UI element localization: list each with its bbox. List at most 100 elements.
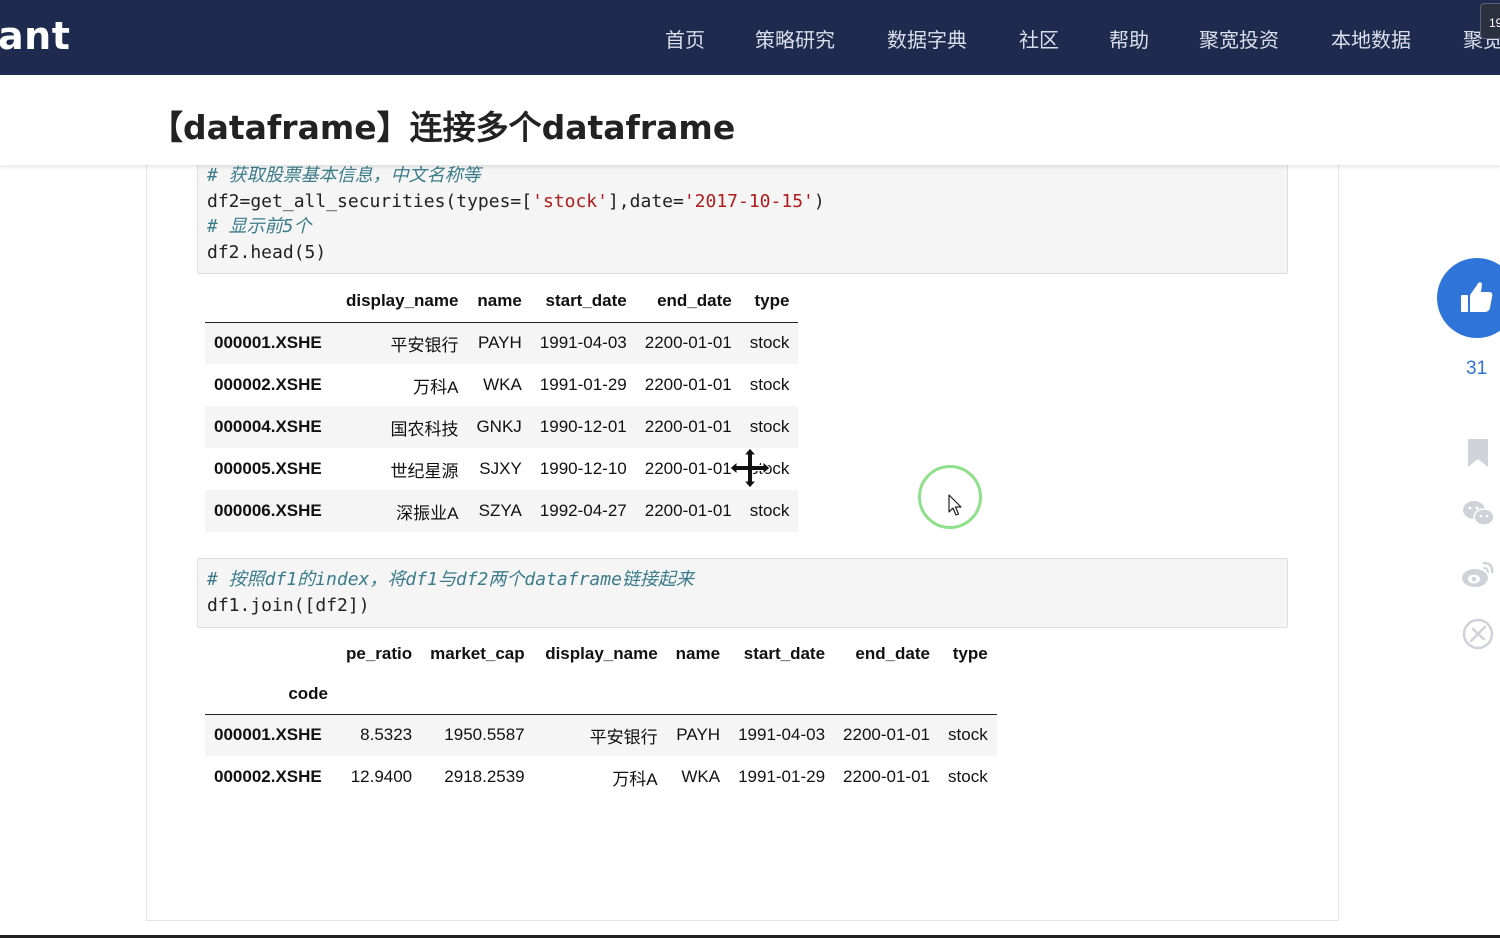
top-navbar: ant 首页 策略研究 数据字典 社区 帮助 聚宽投资 本地数据 聚宽 19 [0, 0, 1500, 75]
table-cell: 1991-01-29 [539, 375, 627, 394]
code-comment: # 获取股票基本信息，中文名称等 [207, 165, 481, 186]
corner-badge: 19 [1480, 3, 1500, 39]
table-cell: stock [749, 375, 790, 394]
nav-item-community[interactable]: 社区 [1019, 24, 1059, 53]
table-row: 000005.XSHE 世纪星源 SJXY 1990-12-10 2200-01… [205, 448, 798, 490]
nav-item-data-dictionary[interactable]: 数据字典 [887, 24, 967, 53]
table-cell: 12.9400 [350, 767, 413, 786]
row-index: 000006.XSHE [214, 501, 322, 520]
column-header: end_date [855, 644, 931, 663]
code-cell-join[interactable]: # 按照df1的index，将df1与df2两个dataframe链接起来 df1… [197, 558, 1288, 628]
table-cell: stock [749, 501, 790, 520]
table-cell: 1990-12-10 [539, 459, 627, 478]
weibo-icon[interactable] [1460, 558, 1496, 590]
table-cell: stock [749, 417, 790, 436]
table-row: 000001.XSHE 8.5323 1950.5587 平安银行 PAYH 1… [205, 714, 997, 756]
table-row: 000004.XSHE 国农科技 GNKJ 1990-12-01 2200-01… [205, 406, 799, 448]
page-title: 【dataframe】连接多个dataframe [150, 108, 736, 147]
table-cell: SJXY [479, 459, 522, 478]
table-cell: 2200-01-01 [644, 459, 732, 478]
title-bar: 【dataframe】连接多个dataframe [0, 75, 1500, 165]
table-cell: 平安银行 [390, 335, 459, 355]
code-cell-get-securities[interactable]: # 获取股票基本信息，中文名称等 df2=get_all_securities(t… [197, 160, 1288, 274]
table-cell: 世纪星源 [390, 461, 459, 481]
row-index: 000001.XSHE [214, 725, 322, 745]
table-cell: 2200-01-01 [644, 417, 732, 436]
table-cell: 2200-01-01 [843, 767, 931, 786]
table-row: 000002.XSHE 12.9400 2918.2539 万科A WKA 19… [205, 756, 997, 798]
table-cell: stock [948, 725, 988, 745]
table-cell: 2200-01-01 [644, 501, 732, 520]
code-comment: # 按照df1的index，将df1与df2两个dataframe链接起来 [207, 569, 694, 590]
column-header [205, 634, 337, 674]
nav-item-help[interactable]: 帮助 [1109, 24, 1149, 53]
table-cell: WKA [681, 767, 721, 786]
dataframe-df2-head: display_name name start_date end_date ty… [205, 280, 799, 532]
column-header: start_date [743, 644, 826, 663]
table-cell: WKA [483, 375, 522, 394]
like-button[interactable] [1437, 258, 1500, 338]
row-index: 000005.XSHE [214, 459, 322, 478]
share-icon[interactable] [1460, 617, 1496, 651]
code-text: df2=get_all_securities(types=[ [207, 190, 533, 212]
table-cell: 1991-04-03 [738, 725, 826, 745]
table-cell: PAYH [676, 725, 721, 745]
table-cell: 平安银行 [589, 727, 658, 747]
code-text: ],date= [607, 190, 684, 212]
table-cell: 万科A [612, 769, 658, 789]
nav-item-home[interactable]: 首页 [665, 24, 705, 53]
column-header: market_cap [430, 644, 525, 663]
like-count: 31 [1466, 358, 1488, 379]
thumbs-up-icon [1461, 282, 1493, 312]
wechat-icon[interactable] [1460, 497, 1496, 529]
table-cell: 1991-01-29 [738, 767, 826, 786]
code-string: '2017-10-15' [683, 190, 814, 212]
table-cell: 深振业A [396, 503, 459, 523]
table-cell: PAYH [478, 333, 522, 353]
table-cell: 8.5323 [360, 725, 413, 745]
column-header: type [952, 644, 988, 663]
table-cell: 2200-01-01 [843, 725, 931, 745]
column-header: name [477, 290, 522, 310]
table-cell: 1990-12-01 [539, 417, 627, 436]
row-index: 000002.XSHE [214, 375, 322, 394]
row-index: 000001.XSHE [214, 333, 322, 353]
column-header: end_date [657, 290, 732, 310]
mouse-pointer-icon [948, 494, 962, 516]
column-header: type [754, 290, 790, 310]
code-text: df2.head(5) [207, 241, 327, 263]
code-text: df1.join([df2]) [207, 594, 370, 616]
table-row: 000002.XSHE 万科A WKA 1991-01-29 2200-01-0… [205, 364, 798, 406]
row-index: 000002.XSHE [214, 767, 322, 786]
table-cell: 1992-04-27 [539, 501, 627, 520]
index-name-header: code [288, 683, 328, 703]
table-cell: 国农科技 [390, 419, 459, 439]
column-header: display_name [346, 290, 459, 310]
table-cell: 2918.2539 [444, 767, 525, 786]
table-cell: 2200-01-01 [644, 333, 732, 353]
code-string: 'stock' [532, 190, 608, 212]
table-cell: 1950.5587 [444, 725, 525, 745]
column-header: name [675, 644, 721, 663]
table-row: 000001.XSHE 平安银行 PAYH 1991-04-03 2200-01… [205, 322, 799, 364]
table-cell: 2200-01-01 [644, 375, 732, 394]
move-cursor-icon [729, 447, 771, 489]
bookmark-icon[interactable] [1460, 437, 1496, 469]
table-cell: stock [948, 767, 988, 786]
table-cell: SZYA [478, 501, 522, 520]
table-row: 000006.XSHE 深振业A SZYA 1992-04-27 2200-01… [205, 490, 799, 532]
nav-item-local-data[interactable]: 本地数据 [1331, 24, 1411, 53]
column-header [205, 280, 337, 322]
brand-logo[interactable]: ant [0, 14, 70, 58]
nav-item-joinquant-invest[interactable]: 聚宽投资 [1199, 24, 1279, 53]
column-header: start_date [545, 290, 627, 310]
table-cell: stock [749, 333, 790, 353]
table-cell: 1991-04-03 [539, 333, 627, 353]
column-header: pe_ratio [346, 644, 413, 663]
table-cell: GNKJ [476, 417, 522, 436]
table-cell: 万科A [413, 377, 459, 397]
nav-item-strategy-research[interactable]: 策略研究 [755, 24, 835, 53]
row-index: 000004.XSHE [214, 417, 322, 436]
dataframe-joined: pe_ratio market_cap display_name name st… [205, 634, 997, 798]
column-header: display_name [545, 644, 658, 663]
